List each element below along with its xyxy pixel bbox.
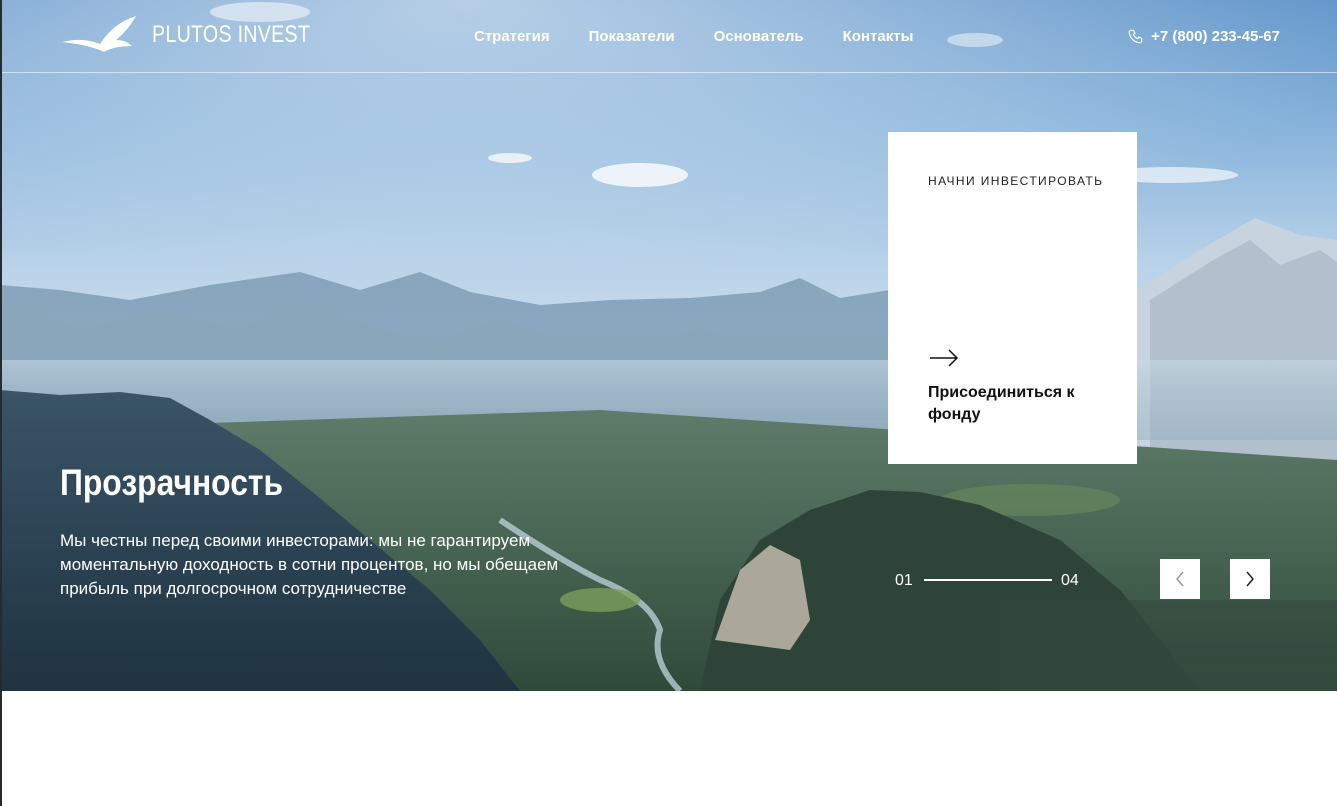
- main-nav: Стратегия Показатели Основатель Контакты: [474, 28, 952, 45]
- brand-name: PLUTOS INVEST: [152, 21, 311, 48]
- invest-card[interactable]: НАЧНИ ИНВЕСТИРОВАТЬ Присоединиться к фон…: [888, 132, 1137, 464]
- window-edge: [0, 0, 2, 806]
- card-eyebrow: НАЧНИ ИНВЕСТИРОВАТЬ: [928, 174, 1104, 188]
- phone-icon: [1128, 29, 1143, 44]
- phone-link[interactable]: +7 (800) 233-45-67: [1128, 28, 1280, 45]
- hero-slider: PLUTOS INVEST Стратегия Показатели Основ…: [0, 0, 1337, 691]
- arrow-right-icon[interactable]: [929, 348, 959, 368]
- chevron-left-icon: [1176, 571, 1184, 587]
- pager-progress-line: [924, 579, 1052, 581]
- nav-item-metrics[interactable]: Показатели: [589, 28, 675, 45]
- chevron-right-icon: [1246, 571, 1254, 587]
- nav-item-strategy[interactable]: Стратегия: [474, 28, 550, 45]
- pager-current: 01: [895, 572, 913, 589]
- slide-title: Прозрачность: [60, 462, 284, 503]
- card-title[interactable]: Присоединиться к фонду: [928, 382, 1108, 426]
- slider-prev-button[interactable]: [1160, 559, 1200, 599]
- site-header: PLUTOS INVEST Стратегия Показатели Основ…: [0, 0, 1337, 73]
- eagle-icon: [62, 16, 136, 52]
- phone-number: +7 (800) 233-45-67: [1151, 28, 1280, 45]
- nav-item-founder[interactable]: Основатель: [714, 28, 804, 45]
- nav-item-contacts[interactable]: Контакты: [843, 28, 914, 45]
- slide-description: Мы честны перед своими инвесторами: мы н…: [60, 531, 559, 598]
- pager-total: 04: [1061, 572, 1079, 589]
- slider-next-button[interactable]: [1230, 559, 1270, 599]
- logo[interactable]: PLUTOS INVEST: [60, 14, 345, 56]
